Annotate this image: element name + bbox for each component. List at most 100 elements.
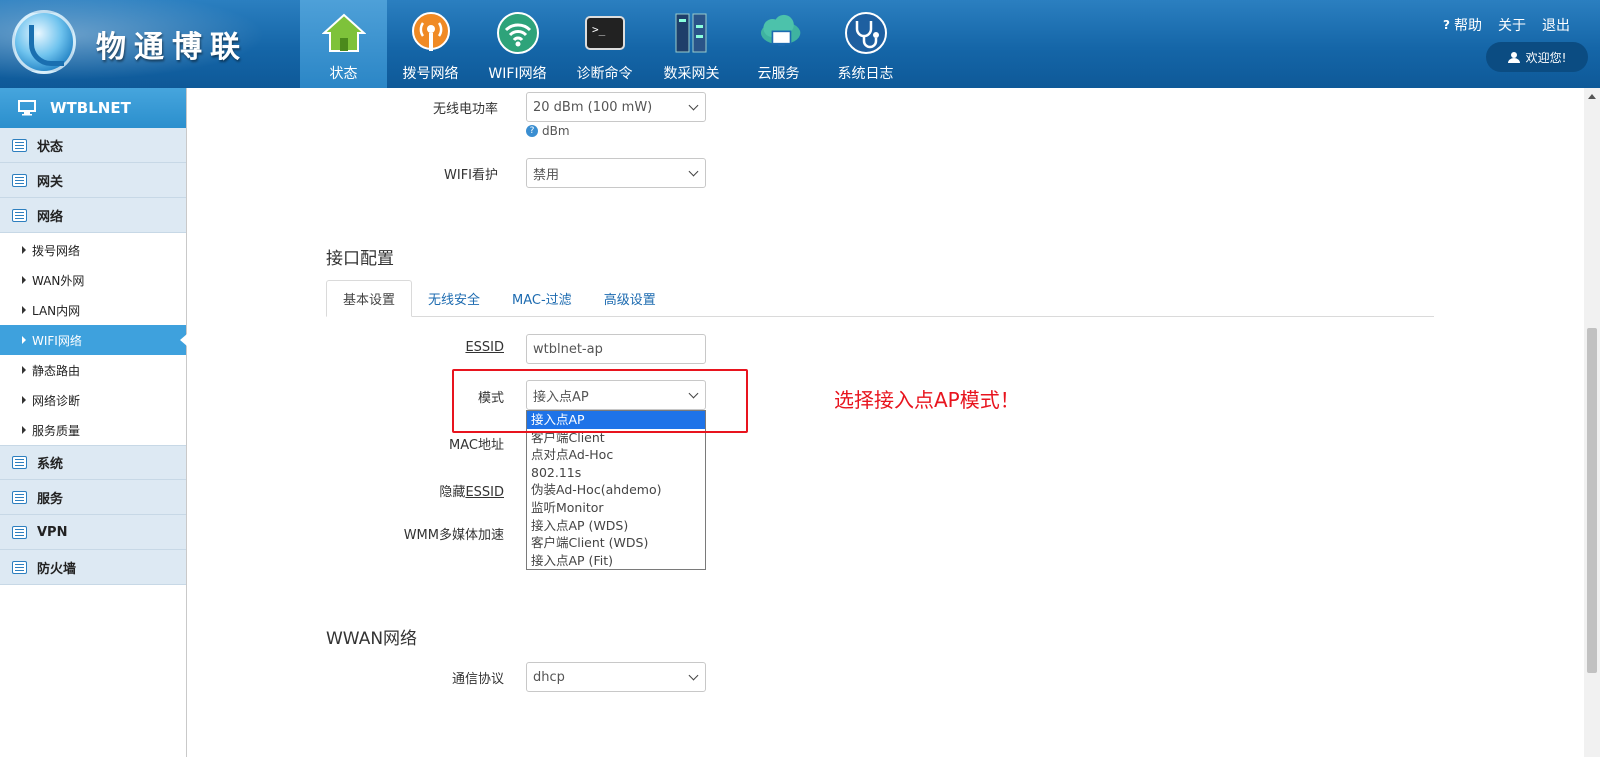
- sidebar-item-wan[interactable]: WAN外网: [0, 265, 186, 295]
- essid-label: ESSID: [465, 340, 504, 355]
- sidebar-item-wifi[interactable]: WIFI网络: [0, 325, 187, 355]
- help-label: 帮助: [1454, 18, 1482, 34]
- select-value: 20 dBm (100 mW): [533, 99, 653, 115]
- tab-basic[interactable]: 基本设置: [326, 280, 413, 317]
- mode-option[interactable]: 客户端Client (WDS): [527, 534, 705, 552]
- logout-link[interactable]: 退出: [1542, 15, 1570, 35]
- select-value: 禁用: [533, 167, 560, 183]
- wwan-section-title: WWAN网络: [326, 629, 418, 649]
- protocol-label: 通信协议: [451, 672, 504, 687]
- top-header: 物通博联 状态 拨号网络 WIFI网络 >_ 诊断命令 数采网关 云服务 系统日…: [0, 0, 1600, 88]
- hide-essid-label: 隐藏ESSID: [294, 481, 504, 500]
- nav-label: 数采网关: [663, 66, 720, 82]
- nav-label: 状态: [329, 66, 358, 82]
- mode-option[interactable]: 监听Monitor: [527, 499, 705, 517]
- wifi-watchdog-select[interactable]: 禁用: [526, 158, 706, 188]
- page-scrollbar[interactable]: [1584, 88, 1600, 757]
- caret-right-icon: [22, 366, 26, 374]
- gateway-icon: [669, 10, 715, 56]
- welcome-text: 欢迎您!: [1525, 50, 1567, 65]
- mode-option[interactable]: 接入点AP (WDS): [527, 517, 705, 535]
- mode-option[interactable]: 伪装Ad-Hoc(ahdemo): [527, 481, 705, 499]
- tab-mac-filter[interactable]: MAC-过滤: [496, 280, 588, 317]
- stethoscope-icon: [843, 10, 889, 56]
- svg-text:>_: >_: [592, 23, 606, 36]
- sidebar-group-services[interactable]: 服务: [0, 480, 186, 515]
- essid-input[interactable]: wtblnet-ap: [526, 334, 706, 364]
- item-label: 静态路由: [32, 363, 81, 378]
- sidebar-group-network[interactable]: 网络: [0, 198, 186, 233]
- annotation-box: [452, 369, 748, 433]
- sidebar-item-net-diag[interactable]: 网络诊断: [0, 385, 186, 415]
- list-icon: [12, 560, 27, 574]
- sidebar-item-static-route[interactable]: 静态路由: [0, 355, 186, 385]
- hide-essid-suffix: ESSID: [465, 485, 504, 500]
- nav-dialup[interactable]: 拨号网络: [387, 0, 474, 88]
- sidebar-group-system[interactable]: 系统: [0, 445, 186, 480]
- nav-syslog[interactable]: 系统日志: [822, 0, 909, 88]
- logo-icon: [12, 10, 76, 74]
- sidebar-item-qos[interactable]: 服务质量: [0, 415, 186, 445]
- list-icon: [12, 138, 27, 152]
- sidebar-title: WTBLNET: [50, 99, 131, 117]
- sidebar-item-lan[interactable]: LAN内网: [0, 295, 186, 325]
- mode-option[interactable]: 点对点Ad-Hoc: [527, 446, 705, 464]
- help-link[interactable]: ? 帮助: [1443, 15, 1482, 35]
- sidebar-group-vpn[interactable]: VPN: [0, 515, 186, 550]
- nav-cloud[interactable]: 云服务: [735, 0, 822, 88]
- welcome-badge[interactable]: 欢迎您!: [1486, 42, 1588, 72]
- sidebar-group-firewall[interactable]: 防火墙: [0, 550, 186, 585]
- tab-security[interactable]: 无线安全: [412, 280, 496, 317]
- nav-label: WIFI网络: [488, 66, 547, 82]
- nav-gateway[interactable]: 数采网关: [648, 0, 735, 88]
- network-submenu: 拨号网络 WAN外网 LAN内网 WIFI网络 静态路由 网络诊断 服务质量: [0, 233, 187, 445]
- tx-power-select[interactable]: 20 dBm (100 mW): [526, 92, 706, 122]
- protocol-select[interactable]: dhcp: [526, 662, 706, 692]
- tx-power-hint: ? dBm: [526, 124, 570, 138]
- caret-right-icon: [22, 306, 26, 314]
- chevron-down-icon: [688, 670, 699, 681]
- mode-option[interactable]: 接入点AP (Fit): [527, 552, 705, 570]
- sidebar-group-status[interactable]: 状态: [0, 128, 186, 163]
- nav-status[interactable]: 状态: [300, 0, 387, 88]
- group-label: 系统: [37, 457, 64, 472]
- hint-text: dBm: [542, 124, 570, 138]
- mode-dropdown-list: 接入点AP 客户端Client 点对点Ad-Hoc 802.11s 伪装Ad-H…: [526, 410, 706, 571]
- hide-essid-prefix: 隐藏: [439, 485, 466, 500]
- main-nav: 状态 拨号网络 WIFI网络 >_ 诊断命令 数采网关 云服务 系统日志: [300, 0, 909, 88]
- question-icon: ?: [1443, 18, 1450, 32]
- about-link[interactable]: 关于: [1498, 15, 1526, 35]
- select-value: dhcp: [533, 669, 565, 685]
- list-icon: [12, 456, 27, 469]
- sidebar-item-dialup[interactable]: 拨号网络: [0, 235, 186, 265]
- caret-right-icon: [22, 426, 26, 434]
- info-icon: ?: [526, 125, 538, 137]
- house-icon: [321, 10, 367, 56]
- chevron-down-icon: [688, 100, 699, 111]
- wmm-label: WMM多媒体加速: [403, 528, 504, 543]
- nav-label: 系统日志: [837, 66, 894, 82]
- nav-label: 诊断命令: [576, 66, 633, 82]
- mode-option[interactable]: 802.11s: [527, 464, 705, 482]
- nav-diagnostics[interactable]: >_ 诊断命令: [561, 0, 648, 88]
- cloud-icon: [756, 10, 802, 56]
- item-label: WAN外网: [32, 273, 85, 288]
- item-label: 服务质量: [32, 423, 81, 438]
- mac-label: MAC地址: [449, 438, 504, 453]
- brand-name: 物通博联: [96, 30, 248, 65]
- item-label: 拨号网络: [32, 243, 81, 258]
- nav-wifi[interactable]: WIFI网络: [474, 0, 561, 88]
- top-links: ? 帮助 关于 退出: [1443, 15, 1570, 35]
- group-label: VPN: [37, 524, 68, 540]
- scroll-up-icon[interactable]: [1588, 94, 1596, 99]
- nav-label: 云服务: [757, 66, 800, 82]
- sidebar-group-gateway[interactable]: 网关: [0, 163, 186, 198]
- scroll-thumb[interactable]: [1587, 328, 1597, 673]
- caret-right-icon: [22, 336, 26, 344]
- chevron-down-icon: [688, 166, 699, 177]
- tab-advanced[interactable]: 高级设置: [588, 280, 672, 317]
- caret-right-icon: [22, 276, 26, 284]
- monitor-icon: [18, 100, 36, 116]
- caret-right-icon: [22, 396, 26, 404]
- main-content: 无线电功率 20 dBm (100 mW) ? dBm WIFI看护 禁用 接口配…: [188, 88, 1584, 757]
